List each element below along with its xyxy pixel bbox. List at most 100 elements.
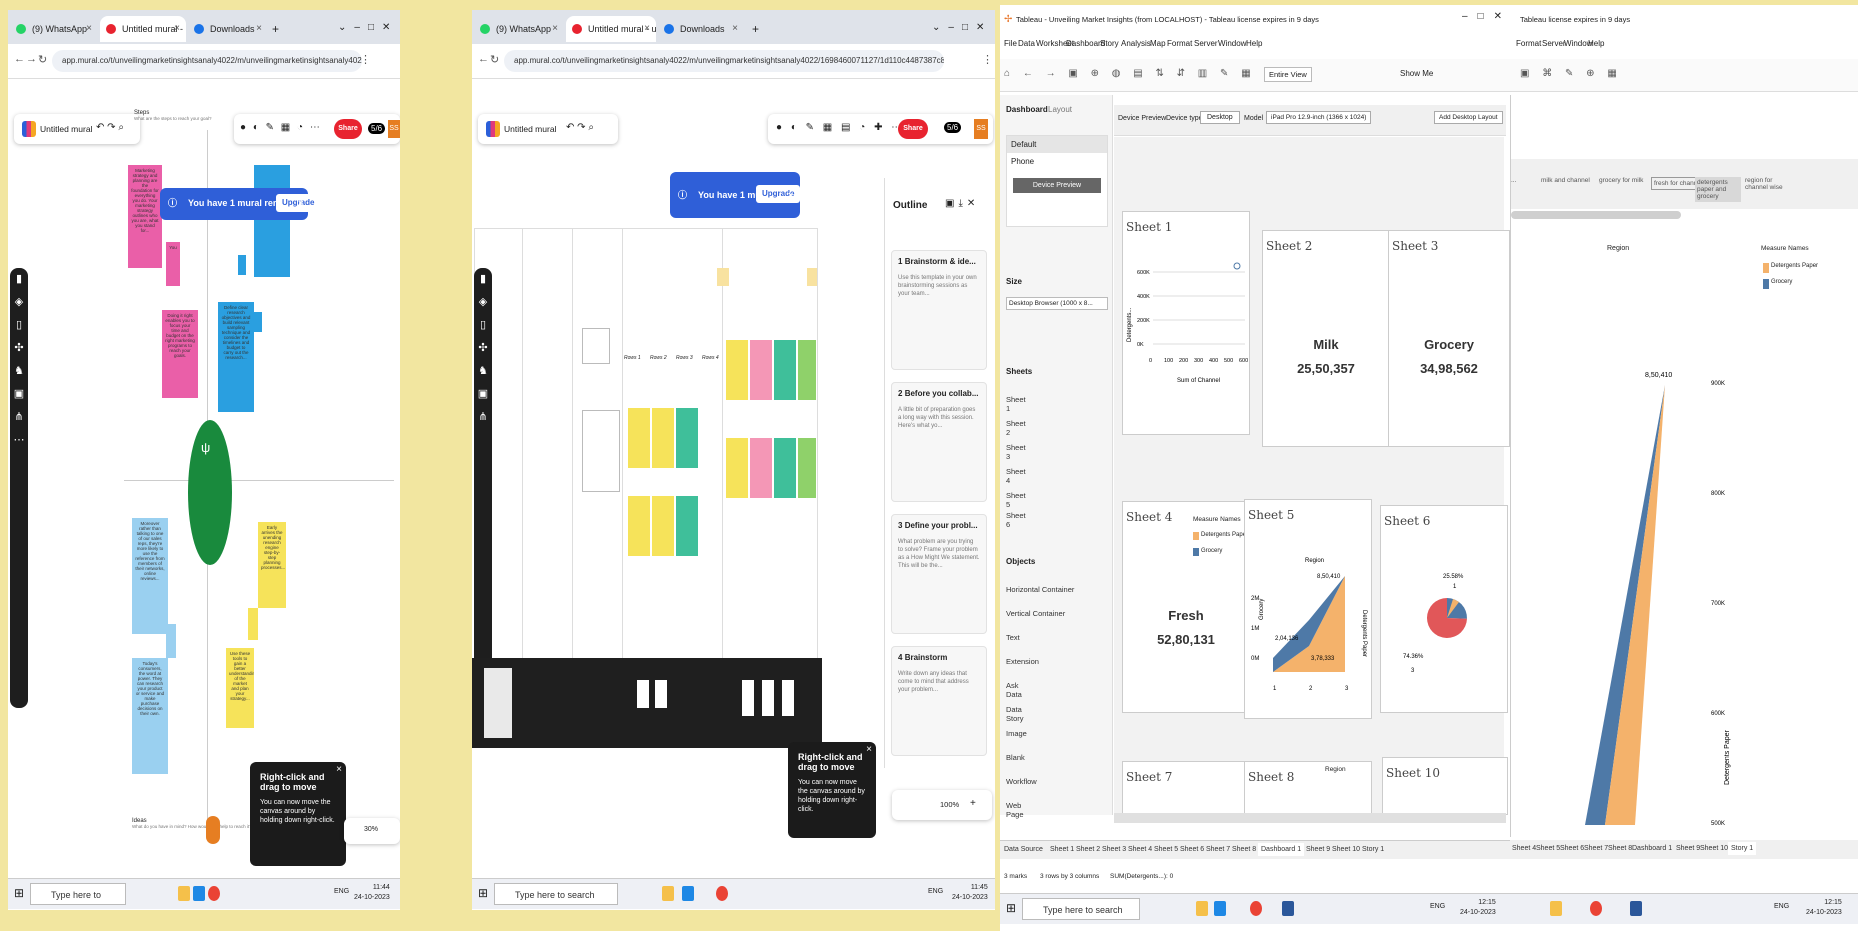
reload-icon[interactable]: ↻ xyxy=(490,53,499,66)
pen-tool-icon[interactable]: ♞ xyxy=(10,360,28,383)
tab-mural[interactable]: Untitled mural - unveiling mark× xyxy=(566,16,656,42)
avatar[interactable]: SS xyxy=(974,119,988,139)
sheet-tab[interactable]: Sheet 7 xyxy=(1206,846,1230,853)
sheet10[interactable]: Sheet 10 xyxy=(1382,757,1508,815)
fit-view-select[interactable]: Entire View xyxy=(1264,67,1312,82)
image-icon[interactable]: ▣ xyxy=(474,383,492,406)
sticky-note[interactable] xyxy=(676,408,698,468)
outline-item[interactable]: 3 Define your probl... What problem are … xyxy=(891,514,987,634)
template-panel[interactable] xyxy=(582,410,620,492)
column-header[interactable]: detergents paper and grocery xyxy=(1695,177,1741,202)
pen-tool-icon[interactable]: ♞ xyxy=(474,360,492,383)
flow-icon[interactable]: ⋔ xyxy=(10,406,28,429)
object-item[interactable]: Workflow xyxy=(1006,777,1037,786)
sheet8[interactable]: Sheet 8 Region xyxy=(1244,761,1372,815)
sticky-note[interactable]: Early arrives the unending research engi… xyxy=(258,522,286,608)
sheet-tab[interactable]: Sheet 2 xyxy=(1076,846,1100,853)
edge-icon[interactable] xyxy=(1214,901,1226,916)
sheet-tab[interactable]: Sheet 6 xyxy=(1560,845,1584,852)
new-tab-icon[interactable]: + xyxy=(752,22,759,36)
object-item[interactable]: Horizontal Container xyxy=(1006,585,1074,594)
tab-dashboard[interactable]: Dashboard xyxy=(1006,105,1048,114)
explorer-icon[interactable] xyxy=(178,886,190,901)
sticky-note[interactable] xyxy=(652,408,674,468)
sheet-tab[interactable]: Dashboard 1 xyxy=(1632,845,1672,852)
word-icon[interactable] xyxy=(1282,901,1294,916)
zoom-in-icon[interactable]: + xyxy=(970,798,976,809)
device-default[interactable]: Default xyxy=(1007,136,1107,153)
sheet3-grocery[interactable]: Sheet 3 Grocery 34,98,562 xyxy=(1388,230,1510,447)
edge-icon[interactable] xyxy=(682,886,694,901)
sheet-tab[interactable]: Sheet 1 xyxy=(1050,846,1074,853)
image-icon[interactable]: ▣ xyxy=(10,383,28,406)
extensions-icon[interactable]: ⋮ xyxy=(982,53,993,66)
device-type-select[interactable]: Desktop xyxy=(1200,111,1240,124)
chrome-icon[interactable] xyxy=(208,886,220,901)
tab-dashboard-1[interactable]: Dashboard 1 xyxy=(1258,843,1305,856)
window-controls[interactable]: ⌄–□✕ xyxy=(932,22,992,33)
tab-whatsapp[interactable]: (9) WhatsApp × xyxy=(10,16,98,42)
menu-item[interactable]: File xyxy=(1004,39,1017,48)
sheet-list-item[interactable]: Sheet 6 xyxy=(1006,511,1026,529)
sheet-tab[interactable]: Story 1 xyxy=(1362,846,1384,853)
undo-icon[interactable]: ↶ ↷ ⌕ xyxy=(566,122,594,133)
sheet-tab[interactable]: Sheet 4 xyxy=(1512,845,1536,852)
menu-item[interactable]: Map xyxy=(1150,39,1166,48)
back-icon[interactable]: ← xyxy=(478,53,489,65)
sticky-note[interactable] xyxy=(628,496,650,556)
outline-item[interactable]: 2 Before you collab... A little bit of p… xyxy=(891,382,987,502)
windows-icon[interactable]: ⊞ xyxy=(14,886,24,900)
menu-item[interactable]: Data xyxy=(1018,39,1035,48)
sheet-list-item[interactable]: Sheet 3 xyxy=(1006,443,1026,461)
sheet-tab[interactable]: Sheet 4 xyxy=(1128,846,1152,853)
sheet-tab[interactable]: Story 1 xyxy=(1728,842,1757,855)
sheet-tab[interactable]: Sheet 7 xyxy=(1584,845,1608,852)
sticky-note[interactable] xyxy=(254,165,290,277)
back-icon[interactable]: ← xyxy=(14,53,25,65)
menu-item[interactable]: Help xyxy=(1246,39,1262,48)
object-item[interactable]: Text xyxy=(1006,633,1020,642)
frame-thumbnail[interactable] xyxy=(742,680,754,716)
explorer-icon[interactable] xyxy=(1550,901,1562,916)
column-header[interactable]: region for channel wise xyxy=(1745,177,1785,191)
upgrade-button[interactable]: Upgrade xyxy=(756,185,801,203)
menu-item[interactable]: Window xyxy=(1218,39,1246,48)
chrome-icon[interactable] xyxy=(716,886,728,901)
text-tool-icon[interactable]: ▯ xyxy=(10,314,28,337)
object-item[interactable]: Web Page xyxy=(1006,801,1024,819)
object-item[interactable]: Data Story xyxy=(1006,705,1024,723)
sticky-note-tool-icon[interactable]: ▮ xyxy=(10,268,28,291)
menu-item[interactable]: Server xyxy=(1194,39,1218,48)
sticky-note[interactable] xyxy=(254,312,262,332)
sheet-tab[interactable]: Sheet 5 xyxy=(1536,845,1560,852)
close-icon[interactable]: × xyxy=(866,744,872,755)
sheet-list-item[interactable]: Sheet 1 xyxy=(1006,395,1026,413)
close-icon[interactable]: × xyxy=(86,16,92,42)
outline-tools-icon[interactable]: ▣⤓✕ xyxy=(945,198,979,209)
menu-item[interactable]: Analysis xyxy=(1121,39,1151,48)
outline-item[interactable]: 1 Brainstorm & ide... Use this template … xyxy=(891,250,987,370)
mural-title[interactable]: Untitled mural xyxy=(504,124,556,134)
chrome-icon[interactable] xyxy=(1250,901,1262,916)
sticky-note[interactable] xyxy=(798,438,816,498)
tab-data-source[interactable]: Data Source xyxy=(1004,846,1043,853)
sticky-note[interactable]: Use these tools to gain a better underst… xyxy=(226,648,254,728)
tab-whatsapp[interactable]: (9) WhatsApp × xyxy=(474,16,564,42)
device-phone[interactable]: Phone xyxy=(1007,153,1107,170)
mural-title[interactable]: Untitled mural xyxy=(40,124,92,134)
undo-icon[interactable]: ↶ ↷ ⌕ xyxy=(96,122,124,133)
sheet-tab[interactable]: Sheet 8 xyxy=(1608,845,1632,852)
outline-item[interactable]: 4 Brainstorm Write down any ideas that c… xyxy=(891,646,987,756)
sheet-tab[interactable]: Sheet 5 xyxy=(1154,846,1178,853)
taskbar-search[interactable]: Type here to search xyxy=(494,883,618,905)
sticky-note[interactable] xyxy=(248,608,258,640)
sticky-note[interactable] xyxy=(798,340,816,400)
shapes-icon[interactable]: ✣ xyxy=(10,337,28,360)
sticky-note[interactable] xyxy=(652,496,674,556)
device-preview-button[interactable]: Device Preview xyxy=(1013,178,1101,193)
size-select[interactable]: Desktop Browser (1000 x 8... xyxy=(1006,297,1108,310)
tab-downloads[interactable]: Downloads × xyxy=(658,16,744,42)
explorer-icon[interactable] xyxy=(662,886,674,901)
toolbar-icons[interactable]: ● ◐ ✎ ▦ ▤ ◔ ✚ ⋯ xyxy=(776,122,904,133)
sheet4-fresh[interactable]: Sheet 4 Measure Names Detergents Paper G… xyxy=(1122,501,1250,713)
